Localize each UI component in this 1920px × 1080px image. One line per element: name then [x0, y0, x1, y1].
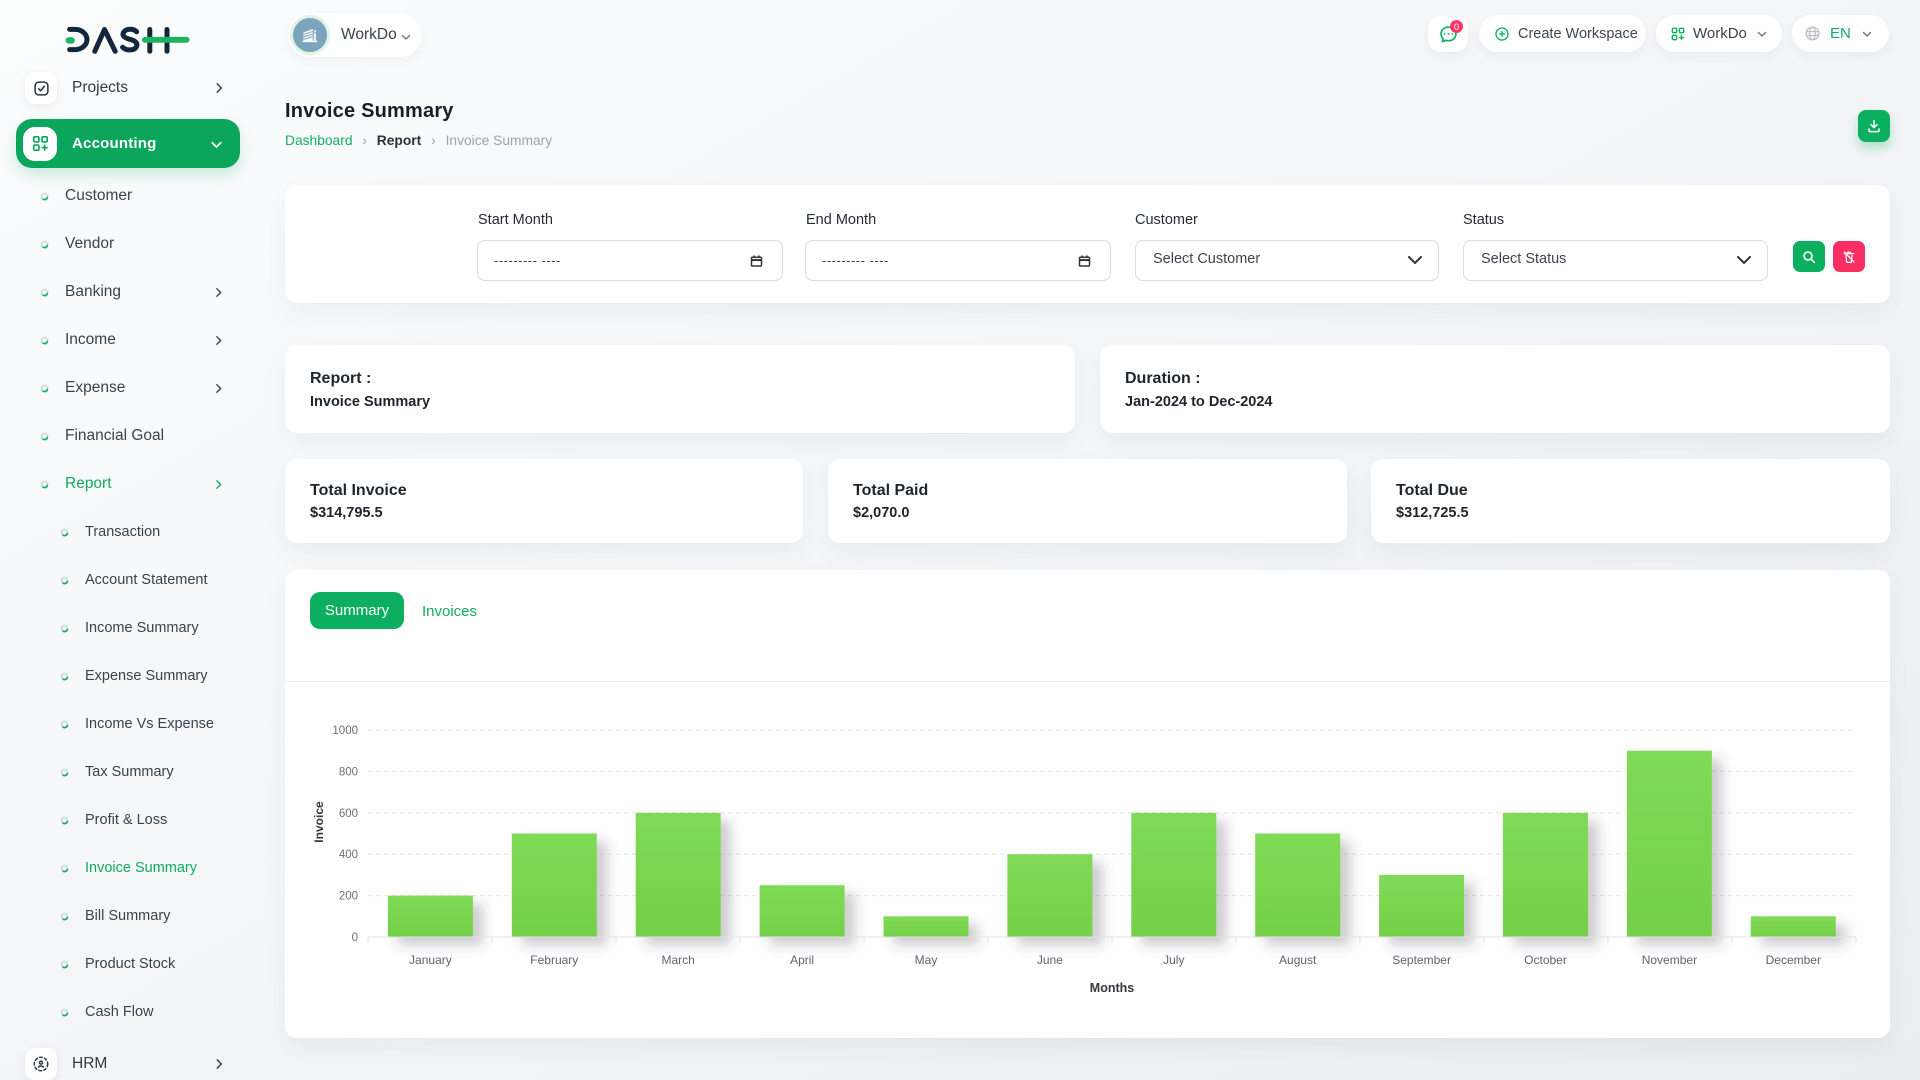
svg-text:June: June [1037, 953, 1063, 967]
svg-text:600: 600 [339, 808, 358, 820]
svg-text:800: 800 [339, 766, 358, 778]
svg-text:Invoice: Invoice [312, 801, 326, 843]
svg-text:July: July [1163, 953, 1184, 967]
svg-text:400: 400 [339, 849, 358, 861]
svg-text:November: November [1642, 953, 1697, 967]
svg-text:January: January [409, 953, 452, 967]
svg-text:August: August [1279, 953, 1317, 967]
svg-text:0: 0 [352, 932, 358, 944]
svg-text:1000: 1000 [332, 725, 358, 737]
svg-text:October: October [1524, 953, 1567, 967]
svg-text:December: December [1766, 953, 1821, 967]
svg-text:May: May [915, 953, 938, 967]
svg-text:September: September [1392, 953, 1451, 967]
svg-text:February: February [530, 953, 578, 967]
svg-text:Months: Months [1090, 981, 1134, 995]
svg-text:April: April [790, 953, 814, 967]
svg-text:200: 200 [339, 891, 358, 903]
svg-text:March: March [662, 953, 695, 967]
